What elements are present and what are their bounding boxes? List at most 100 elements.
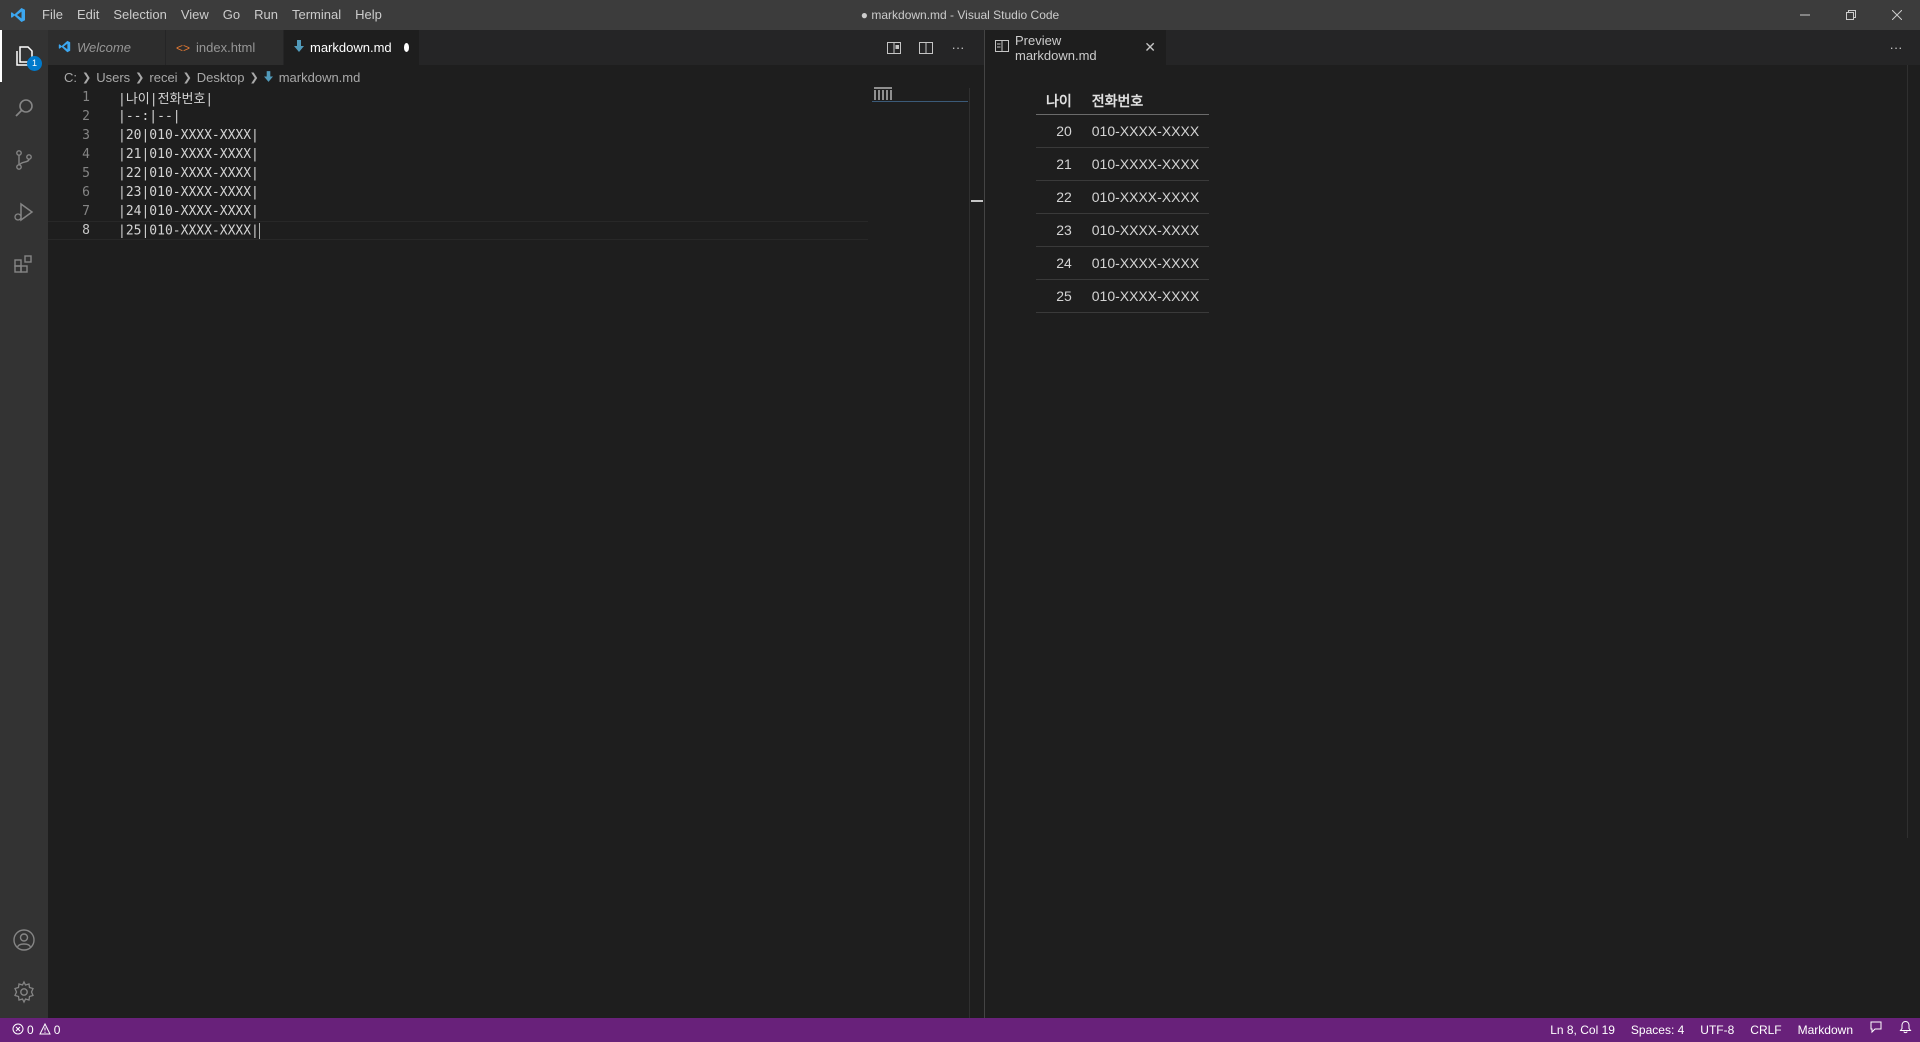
editor-scrollbar[interactable]	[969, 88, 983, 1018]
table-cell: 010-XXXX-XXXX	[1081, 147, 1210, 181]
settings-gear-icon[interactable]	[0, 966, 48, 1018]
menu-help[interactable]: Help	[348, 0, 389, 30]
table-row: 24 010-XXXX-XXXX	[1036, 246, 1210, 280]
error-icon	[12, 1023, 24, 1038]
tab-preview-markdown[interactable]: Preview markdown.md ✕	[985, 30, 1167, 65]
menu-run[interactable]: Run	[247, 0, 285, 30]
table-cell: 010-XXXX-XXXX	[1081, 246, 1210, 280]
code-line: 7 |24|010-XXXX-XXXX|	[48, 202, 868, 221]
feedback-icon[interactable]	[1861, 1018, 1891, 1042]
error-count: 0	[27, 1023, 34, 1037]
menu-edit[interactable]: Edit	[70, 0, 106, 30]
current-code-line: 8 |25|010-XXXX-XXXX|	[48, 221, 868, 240]
menu-file[interactable]: File	[35, 0, 70, 30]
breadcrumb-item[interactable]: markdown.md	[279, 70, 361, 85]
extensions-icon[interactable]	[0, 238, 48, 290]
warning-icon	[38, 1022, 51, 1038]
table-cell: 24	[1036, 246, 1082, 280]
encoding[interactable]: UTF-8	[1692, 1018, 1742, 1042]
breadcrumb-item[interactable]: C:	[64, 70, 77, 85]
preview-table: 나이 전화번호 20 010-XXXX-XXXX 21 010-XXXX-XXX…	[1036, 88, 1210, 313]
markdown-preview: 나이 전화번호 20 010-XXXX-XXXX 21 010-XXXX-XXX…	[985, 88, 1920, 1018]
table-header-row: 나이 전화번호	[1036, 88, 1210, 115]
breadcrumb-item[interactable]: recei	[149, 70, 177, 85]
table-cell: 25	[1036, 279, 1082, 313]
close-tab-icon[interactable]: ✕	[1144, 39, 1156, 56]
line-text: |20|010-XXXX-XXXX|	[118, 128, 259, 143]
end-of-line[interactable]: CRLF	[1742, 1018, 1789, 1042]
tab-markdown-md[interactable]: markdown.md	[284, 30, 420, 65]
restore-button[interactable]	[1828, 0, 1874, 30]
line-text: |나이|전화번호|	[118, 92, 214, 107]
search-icon[interactable]	[0, 82, 48, 134]
line-number: 1	[82, 90, 90, 105]
table-cell: 22	[1036, 180, 1082, 214]
html-file-icon: <>	[176, 40, 191, 55]
open-preview-to-side-icon[interactable]	[878, 30, 910, 65]
line-number: 3	[82, 128, 90, 143]
title-bar: File Edit Selection View Go Run Terminal…	[0, 0, 1920, 30]
vscode-logo-icon	[0, 0, 35, 30]
indentation[interactable]: Spaces: 4	[1623, 1018, 1692, 1042]
cursor-position[interactable]: Ln 8, Col 19	[1542, 1018, 1623, 1042]
code-line: 3 |20|010-XXXX-XXXX|	[48, 126, 868, 145]
code-line: 1 |나이|전화번호|	[48, 88, 868, 107]
preview-scrollbar[interactable]	[1907, 65, 1920, 838]
minimize-button[interactable]	[1782, 0, 1828, 30]
chevron-right-icon: ❯	[249, 71, 259, 84]
source-control-icon[interactable]	[0, 134, 48, 186]
table-cell: 010-XXXX-XXXX	[1081, 213, 1210, 247]
code-line: 5 |22|010-XXXX-XXXX|	[48, 164, 868, 183]
activity-bar: 1	[0, 30, 48, 1018]
run-debug-icon[interactable]	[0, 186, 48, 238]
more-actions-icon[interactable]: ···	[1880, 30, 1912, 65]
table-row: 23 010-XXXX-XXXX	[1036, 213, 1210, 247]
tab-label: Welcome	[77, 40, 131, 55]
line-number: 8	[82, 223, 90, 238]
line-number: 2	[82, 109, 90, 124]
editor-actions: ···	[878, 30, 974, 65]
accounts-icon[interactable]	[0, 914, 48, 966]
code-editor[interactable]: 1 |나이|전화번호| 2 |--:|--| 3 |20|010-XXXX-XX…	[48, 88, 984, 1018]
line-number: 4	[82, 147, 90, 162]
table-cell: 21	[1036, 147, 1082, 181]
menu-selection[interactable]: Selection	[106, 0, 173, 30]
unsaved-dot-icon[interactable]	[403, 43, 409, 52]
markdown-file-icon	[294, 40, 304, 55]
status-bar: 0 0 Ln 8, Col 19 Spaces: 4 UTF-8 CRLF Ma…	[0, 1018, 1920, 1042]
breadcrumb-item[interactable]: Desktop	[197, 70, 245, 85]
menu-view[interactable]: View	[174, 0, 216, 30]
close-window-button[interactable]	[1874, 0, 1920, 30]
preview-actions: ···	[1880, 30, 1912, 65]
line-text: |21|010-XXXX-XXXX|	[118, 147, 259, 162]
menu-go[interactable]: Go	[216, 0, 247, 30]
tab-label: Preview markdown.md	[1015, 32, 1097, 63]
table-cell: 010-XXXX-XXXX	[1081, 279, 1210, 313]
table-cell: 20	[1036, 114, 1082, 148]
table-cell: 010-XXXX-XXXX	[1081, 114, 1210, 148]
editor-tabs: Welcome <> index.html markdown.md	[48, 30, 984, 65]
line-number: 6	[82, 185, 90, 200]
window-controls	[1782, 0, 1920, 30]
minimap[interactable]	[872, 86, 968, 102]
menu-terminal[interactable]: Terminal	[285, 0, 348, 30]
more-actions-icon[interactable]: ···	[942, 30, 974, 65]
line-number: 5	[82, 166, 90, 181]
notifications-bell-icon[interactable]	[1891, 1018, 1920, 1042]
code-line: 2 |--:|--|	[48, 107, 868, 126]
explorer-icon[interactable]: 1	[0, 30, 48, 82]
tab-welcome[interactable]: Welcome	[48, 30, 166, 65]
warning-count: 0	[53, 1023, 61, 1037]
problems-indicator[interactable]: 0 0	[0, 1022, 61, 1038]
table-row: 20 010-XXXX-XXXX	[1036, 114, 1210, 148]
cursor-position-marker	[971, 200, 983, 202]
language-mode[interactable]: Markdown	[1790, 1018, 1861, 1042]
chevron-right-icon: ❯	[82, 71, 92, 84]
code-line: 4 |21|010-XXXX-XXXX|	[48, 145, 868, 164]
split-editor-icon[interactable]	[910, 30, 942, 65]
chevron-right-icon: ❯	[182, 71, 192, 84]
tab-index-html[interactable]: <> index.html	[166, 30, 284, 65]
table-cell: 23	[1036, 213, 1082, 247]
line-text: |22|010-XXXX-XXXX|	[118, 166, 259, 181]
breadcrumb-item[interactable]: Users	[96, 70, 130, 85]
